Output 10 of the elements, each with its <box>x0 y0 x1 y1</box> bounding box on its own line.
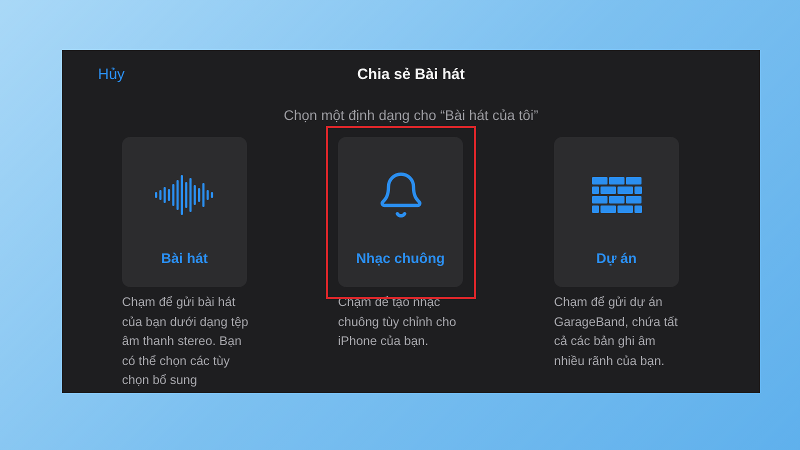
waveform-icon <box>154 172 214 216</box>
format-option[interactable]: Bài hát <box>122 137 247 287</box>
format-option[interactable]: Nhạc chuông <box>338 137 463 287</box>
option-description: Chạm để gửi dự án GarageBand, chứa tất cả các bản ghi âm nhiều rãnh của bạn. <box>554 294 679 370</box>
sheet-title: Chia sẻ Bài hát <box>356 66 466 82</box>
option-description: Chạm để gửi bài hát của bạn dưới dạng tệp âm thanh stereo. Bạn có thể chọn các tùy chọn bổ sung <box>122 294 250 389</box>
cancel-button[interactable]: Hủy <box>98 66 125 82</box>
bricks-icon <box>592 176 642 212</box>
format-prompt: Chọn một định dạng cho “Bài hát của tôi” <box>282 107 540 123</box>
format-option[interactable]: Dự án <box>554 137 679 287</box>
